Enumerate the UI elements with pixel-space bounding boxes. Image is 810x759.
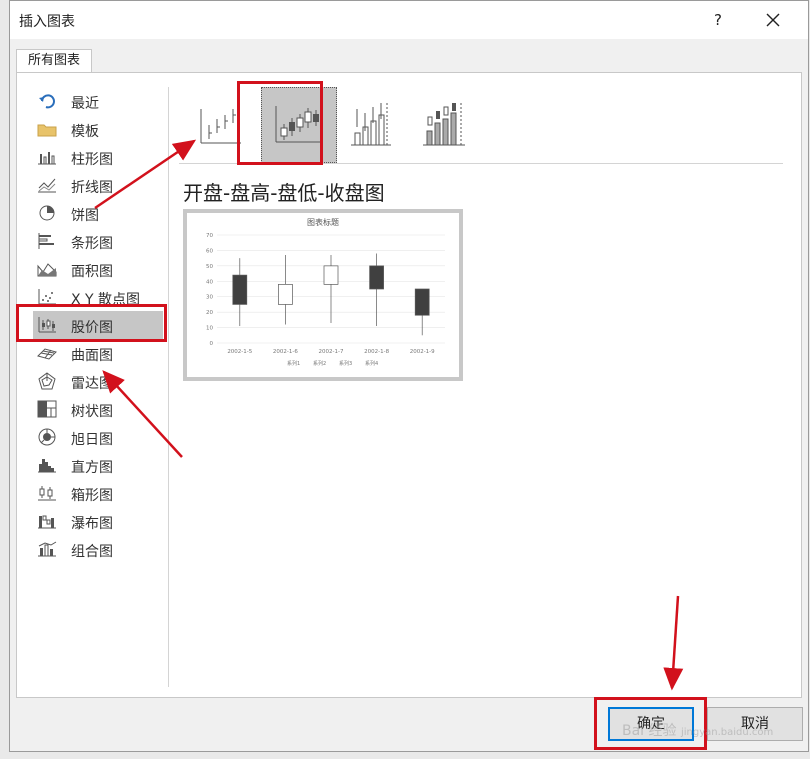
sidebar-item-area-chart[interactable]: 面积图 [33, 255, 163, 283]
surface-chart-icon [37, 344, 57, 362]
legend-entry: 系列4 [365, 360, 378, 367]
subtype-volume-high-low-close[interactable] [343, 87, 419, 163]
watermark: Bai 经验 jingyan.baidu.com [622, 723, 774, 739]
sidebar-item-stock-chart[interactable]: 股价图 [33, 311, 163, 339]
y-tick-label: 40 [206, 279, 213, 285]
candle-body [369, 265, 384, 290]
volume-open-high-low-close-icon [423, 103, 465, 146]
candle-body [232, 274, 248, 305]
line-chart-icon [37, 176, 57, 194]
sidebar-item-label: 饼图 [71, 208, 99, 224]
sidebar-item-waterfall-chart[interactable]: 瀑布图 [33, 507, 163, 535]
scatter-chart-icon [37, 288, 57, 306]
column-chart-icon [37, 148, 57, 166]
x-tick-label: 2002-1-6 [273, 349, 298, 355]
divider [168, 87, 169, 687]
sidebar-item-bar-chart[interactable]: 条形图 [33, 227, 163, 255]
area-chart-icon [37, 260, 57, 278]
title-bar: 插入图表 ? [10, 1, 808, 39]
legend-entry: 系列2 [313, 360, 326, 367]
sidebar-item-label: 柱形图 [71, 152, 113, 168]
y-tick-label: 60 [206, 248, 213, 254]
insert-chart-dialog: 插入图表 ? 所有图表 最近模板柱形图折线图饼图条形图面积图 X Y 散点图 股价图… [9, 0, 809, 752]
sidebar-item-column-chart[interactable]: 柱形图 [33, 143, 163, 171]
close-button[interactable] [758, 7, 788, 33]
sidebar-item-scatter-chart[interactable]: X Y 散点图 [33, 283, 163, 311]
sidebar-item-folder[interactable]: 模板 [33, 115, 163, 143]
stock-chart-icon [37, 316, 57, 334]
waterfall-chart-icon [37, 512, 57, 530]
subtype-high-low-close[interactable] [189, 87, 265, 163]
dialog-title: 插入图表 [19, 14, 75, 30]
sidebar-item-label: 组合图 [71, 544, 113, 560]
subtype-open-high-low-close[interactable] [261, 87, 337, 163]
sidebar-item-label: 面积图 [71, 264, 113, 280]
sidebar-item-treemap-chart[interactable]: 树状图 [33, 395, 163, 423]
sidebar-item-label: 树状图 [71, 404, 113, 420]
open-high-low-close-icon [275, 106, 322, 143]
sidebar-item-label: 旭日图 [71, 432, 113, 448]
sidebar-item-box-whisker-chart[interactable]: 箱形图 [33, 479, 163, 507]
x-tick-label: 2002-1-8 [364, 349, 389, 355]
bar-chart-icon [37, 232, 57, 250]
chart-title: 图表标题 [307, 217, 339, 227]
y-tick-label: 0 [210, 341, 214, 347]
sidebar-item-surface-chart[interactable]: 曲面图 [33, 339, 163, 367]
sidebar-item-sunburst-chart[interactable]: 旭日图 [33, 423, 163, 451]
sidebar-item-histogram-chart[interactable]: 直方图 [33, 451, 163, 479]
volume-high-low-close-icon [351, 103, 391, 146]
close-icon [766, 13, 780, 27]
chart-panel: 最近模板柱形图折线图饼图条形图面积图 X Y 散点图 股价图曲面图雷达图树状图旭日图… [16, 72, 802, 698]
sidebar-item-label: 股价图 [71, 320, 113, 336]
y-tick-label: 30 [206, 295, 213, 301]
legend-entry: 系列3 [339, 360, 352, 367]
pie-chart-icon [37, 204, 57, 222]
gallery-divider [179, 163, 783, 164]
box-whisker-chart-icon [37, 484, 57, 502]
sidebar-item-label: 模板 [71, 124, 99, 140]
subtype-volume-open-high-low-close[interactable] [415, 87, 491, 163]
folder-icon [37, 120, 57, 138]
combo-chart-icon [37, 540, 57, 558]
y-tick-label: 10 [206, 326, 213, 332]
candle-body [278, 284, 293, 305]
sidebar-item-radar-chart[interactable]: 雷达图 [33, 367, 163, 395]
chart-subtype-gallery [185, 83, 785, 163]
chart-preview[interactable]: 图表标题 0 10 20 30 40 50 60 70 2002-1-5 2002-1-6 2002… [183, 209, 463, 381]
y-tick-label: 50 [206, 264, 213, 270]
candle-body [414, 288, 430, 316]
sidebar-item-undo[interactable]: 最近 [33, 87, 163, 115]
y-tick-label: 20 [206, 310, 213, 316]
sidebar-item-pie-chart[interactable]: 饼图 [33, 199, 163, 227]
y-tick-label: 70 [206, 233, 213, 239]
sidebar-item-label: 折线图 [71, 180, 113, 196]
sidebar-item-label: 雷达图 [71, 376, 113, 392]
sidebar-item-label: 最近 [71, 96, 99, 112]
sidebar-item-combo-chart[interactable]: 组合图 [33, 535, 163, 563]
treemap-chart-icon [37, 400, 57, 418]
undo-icon [37, 92, 57, 110]
x-tick-label: 2002-1-9 [410, 349, 435, 355]
subtype-title: 开盘-盘高-盘低-收盘图 [183, 181, 385, 205]
sidebar-item-line-chart[interactable]: 折线图 [33, 171, 163, 199]
help-button[interactable]: ? [705, 7, 731, 33]
sidebar-item-label: 瀑布图 [71, 516, 113, 532]
sidebar-item-label: 直方图 [71, 460, 113, 476]
histogram-chart-icon [37, 456, 57, 474]
sidebar-item-label: 箱形图 [71, 488, 113, 504]
sidebar-item-label: 条形图 [71, 236, 113, 252]
candle-body [323, 265, 339, 285]
radar-chart-icon [37, 372, 57, 390]
legend-entry: 系列1 [287, 360, 300, 367]
chart-type-list: 最近模板柱形图折线图饼图条形图面积图 X Y 散点图 股价图曲面图雷达图树状图旭日图… [33, 87, 163, 563]
high-low-close-icon [200, 109, 241, 144]
sunburst-chart-icon [37, 428, 57, 446]
stock-chart-preview: 图表标题 0 10 20 30 40 50 60 70 2002-1-5 2002-1-6 2002… [206, 217, 445, 367]
sidebar-item-label: X Y 散点图 [71, 292, 141, 308]
sidebar-item-label: 曲面图 [71, 348, 113, 364]
tab-all-charts[interactable]: 所有图表 [16, 49, 92, 73]
x-tick-label: 2002-1-5 [227, 349, 252, 355]
x-tick-label: 2002-1-7 [319, 349, 344, 355]
